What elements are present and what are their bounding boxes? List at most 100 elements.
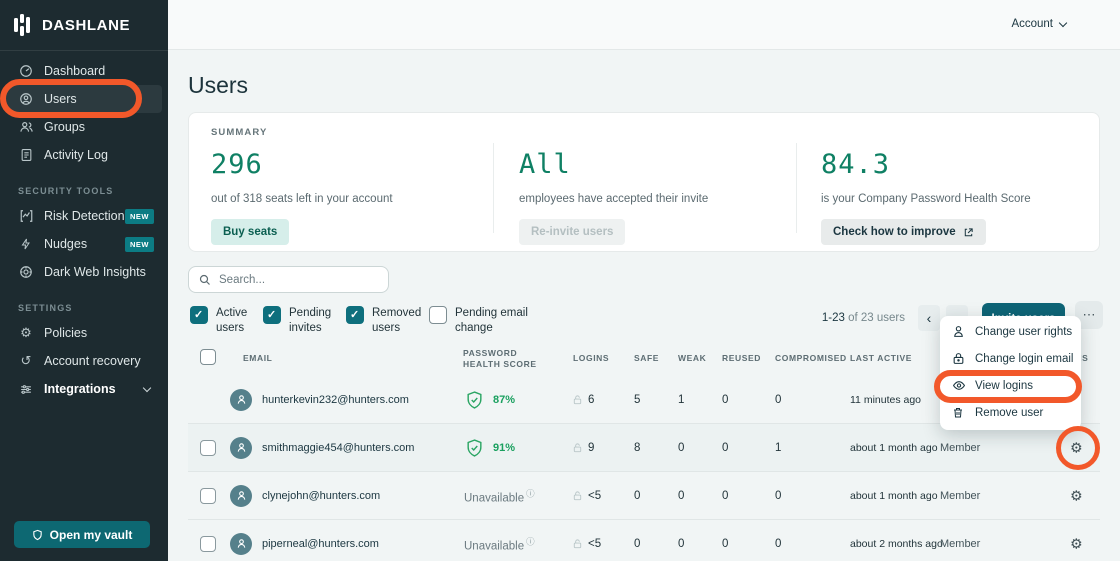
- logins-count: <5: [588, 538, 601, 550]
- reused-count: 0: [722, 538, 728, 550]
- new-badge: NEW: [125, 209, 154, 224]
- logins-count: <5: [588, 490, 601, 502]
- health-unavailable: Unavailable: [464, 487, 535, 504]
- col-email: EMAIL: [243, 353, 272, 363]
- seats-summary: 296 out of 318 seats left in your accoun…: [211, 149, 393, 245]
- sidebar-item-users[interactable]: Users: [6, 85, 162, 113]
- dashlane-logo: DASHLANE: [13, 13, 130, 37]
- account-menu-button[interactable]: Account: [1011, 18, 1066, 30]
- row-checkbox[interactable]: [200, 536, 216, 552]
- logins-count: 6: [588, 394, 594, 406]
- checkbox-unchecked-icon[interactable]: [429, 306, 447, 324]
- reinvite-users-button[interactable]: Re-invite users: [519, 219, 625, 245]
- shield-check-icon: [465, 438, 484, 458]
- sidebar-item-dashboard[interactable]: Dashboard: [0, 57, 168, 85]
- row-checkbox[interactable]: [200, 488, 216, 504]
- invites-value: All: [519, 149, 708, 180]
- chevron-down-icon: [143, 383, 151, 391]
- filter-pending-invites[interactable]: Pending invites: [263, 306, 341, 336]
- row-settings-gear-icon[interactable]: [1070, 535, 1083, 552]
- checkbox-checked-icon[interactable]: [190, 306, 208, 324]
- col-reused: REUSED: [722, 353, 761, 363]
- compromised-count: 0: [775, 490, 781, 502]
- row-settings-gear-icon[interactable]: [1070, 487, 1083, 504]
- search-icon: [199, 274, 211, 286]
- info-icon: [526, 536, 535, 546]
- buy-seats-button[interactable]: Buy seats: [211, 219, 289, 245]
- menu-item-remove-user[interactable]: Remove user: [940, 399, 1081, 426]
- lock-icon: [952, 352, 966, 365]
- seats-left-value: 296: [211, 149, 393, 180]
- settings-section-label: SETTINGS: [0, 303, 168, 313]
- sidebar-item-nudges[interactable]: Nudges NEW: [0, 230, 168, 258]
- row-checkbox[interactable]: [200, 440, 216, 456]
- safe-count: 8: [634, 442, 640, 454]
- user-email: smithmaggie454@hunters.com: [262, 442, 414, 454]
- sidebar-item-groups[interactable]: Groups: [0, 113, 168, 141]
- sidebar-item-risk-detection[interactable]: Risk Detection NEW: [0, 202, 168, 230]
- row-settings-gear-icon[interactable]: [1070, 439, 1083, 456]
- health-summary: 84.3 is your Company Password Health Sco…: [821, 149, 1031, 245]
- prev-page-button[interactable]: [918, 305, 940, 331]
- sidebar-item-integrations[interactable]: Integrations: [0, 375, 168, 403]
- col-compromised: COMPROMISED: [775, 353, 847, 363]
- user-email: piperneal@hunters.com: [262, 538, 379, 550]
- invites-summary: All employees have accepted their invite…: [519, 149, 708, 245]
- user-circle-icon: [18, 92, 34, 106]
- gauge-icon: [18, 64, 34, 78]
- sidebar-item-policies[interactable]: ⚙ Policies: [0, 319, 168, 347]
- row-context-menu: Change user rights Change login email Vi…: [940, 316, 1081, 430]
- filter-removed-users[interactable]: Removed users: [346, 306, 430, 336]
- safe-count: 0: [634, 490, 640, 502]
- dashlane-logo-icon: [13, 13, 35, 37]
- card-divider: [796, 143, 797, 233]
- recovery-icon: ↺: [18, 354, 34, 369]
- compromised-count: 0: [775, 538, 781, 550]
- menu-item-change-login-email[interactable]: Change login email: [940, 345, 1081, 372]
- search-box[interactable]: [188, 266, 389, 293]
- new-badge: NEW: [125, 237, 154, 252]
- topbar: Account: [168, 0, 1120, 50]
- dark-web-icon: [18, 265, 34, 279]
- user-rights: Member: [940, 538, 980, 550]
- lightning-icon: [18, 237, 34, 251]
- col-last-active: LAST ACTIVE: [850, 353, 912, 363]
- user-email: hunterkevin232@hunters.com: [262, 394, 409, 406]
- security-tools-section-label: SECURITY TOOLS: [0, 186, 168, 196]
- checkbox-checked-icon[interactable]: [346, 306, 364, 324]
- sidebar: DASHLANE Dashboard Users Groups Activit: [0, 0, 168, 561]
- sliders-icon: [18, 383, 34, 396]
- last-active: about 2 months ago: [850, 538, 943, 550]
- health-caption: is your Company Password Health Score: [821, 193, 1031, 205]
- card-divider: [493, 143, 494, 233]
- people-icon: [18, 120, 34, 134]
- safe-count: 0: [634, 538, 640, 550]
- table-row: piperneal@hunters.com Unavailable <5 0 0…: [188, 520, 1100, 561]
- person-icon: [952, 325, 966, 338]
- check-improve-button[interactable]: Check how to improve: [821, 219, 986, 245]
- weak-count: 0: [678, 442, 684, 454]
- menu-item-change-user-rights[interactable]: Change user rights: [940, 318, 1081, 345]
- lock-icon: [572, 490, 583, 502]
- filter-active-users[interactable]: Active users: [190, 306, 264, 336]
- filter-pending-email-change[interactable]: Pending email change: [429, 306, 539, 336]
- checkbox-checked-icon[interactable]: [263, 306, 281, 324]
- weak-count: 1: [678, 394, 684, 406]
- eye-icon: [952, 379, 966, 392]
- risk-chart-icon: [18, 209, 34, 223]
- shield-icon: [32, 529, 43, 541]
- sidebar-item-activity-log[interactable]: Activity Log: [0, 141, 168, 169]
- shield-check-icon: [465, 390, 484, 410]
- open-vault-button[interactable]: Open my vault: [14, 521, 150, 548]
- pagination-status: 1-23 of 23 users: [780, 312, 905, 324]
- sidebar-item-account-recovery[interactable]: ↺ Account recovery: [0, 347, 168, 375]
- table-row: clynejohn@hunters.com Unavailable <5 0 0…: [188, 472, 1100, 520]
- summary-label: SUMMARY: [211, 127, 267, 138]
- select-all-checkbox[interactable]: [200, 349, 216, 365]
- search-input[interactable]: [219, 274, 369, 286]
- sidebar-item-dark-web-insights[interactable]: Dark Web Insights: [0, 258, 168, 286]
- menu-item-view-logins[interactable]: View logins: [940, 372, 1081, 399]
- lock-icon: [572, 538, 583, 550]
- summary-card: SUMMARY 296 out of 318 seats left in you…: [188, 112, 1100, 252]
- health-score-value: 84.3: [821, 149, 1031, 180]
